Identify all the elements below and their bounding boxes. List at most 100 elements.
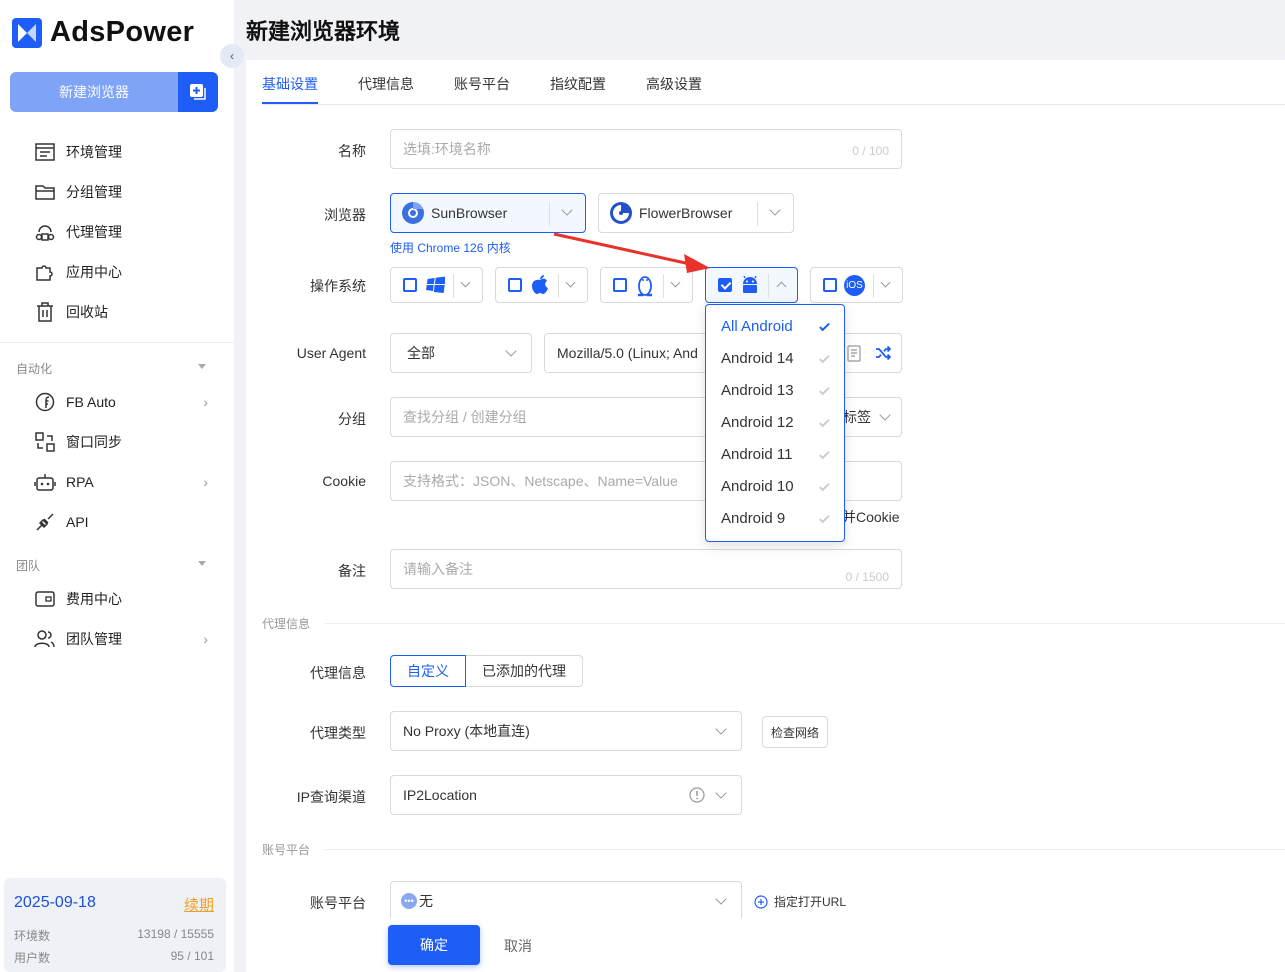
android-option[interactable]: Android 9	[721, 510, 831, 527]
app-logo: AdsPower	[12, 16, 194, 49]
check-icon	[819, 480, 830, 492]
section-team[interactable]: 团队	[16, 557, 212, 574]
chevron-down-icon[interactable]	[879, 409, 891, 421]
os-linux-checkbox[interactable]	[613, 278, 627, 292]
sidebar-item-label: 代理管理	[66, 224, 122, 240]
shuffle-icon[interactable]	[875, 345, 892, 364]
check-icon	[819, 352, 830, 364]
check-icon	[819, 448, 830, 460]
android-option[interactable]: Android 10	[721, 478, 831, 495]
sunbrowser-icon	[401, 201, 425, 225]
tab-fingerprint[interactable]: 指纹配置	[550, 74, 606, 94]
os-ios[interactable]: iOS	[810, 267, 903, 303]
remark-label: 备注	[338, 563, 366, 579]
browser-name: SunBrowser	[431, 205, 508, 221]
check-network-button[interactable]: 检查网络	[762, 716, 828, 748]
name-input[interactable]: 选填:环境名称 0 / 100	[390, 129, 902, 169]
chevron-down-icon[interactable]	[715, 723, 727, 735]
os-windows[interactable]	[390, 267, 483, 303]
tab-proxy[interactable]: 代理信息	[358, 74, 414, 94]
account-platform-select[interactable]: ••• 无	[390, 881, 742, 921]
browser-flowerbrowser[interactable]: FlowerBrowser	[598, 193, 794, 233]
account-section-divider: 账号平台	[262, 841, 1285, 858]
android-option[interactable]: Android 12	[721, 414, 831, 431]
os-android-checkbox[interactable]	[718, 278, 732, 292]
new-browser-plus-icon[interactable]	[178, 72, 218, 112]
remark-input[interactable]: 请输入备注 0 / 1500	[390, 549, 902, 589]
collapse-triangle-icon	[198, 561, 206, 566]
window-sync-icon	[34, 431, 56, 453]
confirm-button[interactable]: 确定	[388, 925, 480, 965]
android-option[interactable]: Android 13	[721, 382, 831, 399]
proxy-custom-segment[interactable]: 自定义	[390, 655, 466, 687]
sidebar-item-apps[interactable]: 应用中心	[34, 260, 214, 284]
cancel-button[interactable]: 取消	[504, 936, 532, 956]
chevron-down-icon[interactable]	[769, 204, 781, 216]
browser-kernel-hint: 使用 Chrome 126 内核	[390, 241, 511, 255]
folder-icon	[34, 181, 56, 203]
open-url-link[interactable]: 指定打开URL	[754, 893, 846, 910]
sidebar-item-billing[interactable]: 费用中心	[34, 587, 214, 611]
sidebar-item-team[interactable]: 团队管理 ›	[34, 627, 214, 651]
chevron-up-icon[interactable]	[776, 281, 787, 292]
proxy-added-segment[interactable]: 已添加的代理	[466, 655, 583, 687]
tab-bar: 基础设置 代理信息 账号平台 指纹配置 高级设置	[262, 60, 1285, 105]
chevron-down-icon[interactable]	[561, 204, 573, 216]
collapse-triangle-icon	[198, 364, 206, 369]
chevron-down-icon[interactable]	[460, 277, 471, 288]
tab-advanced[interactable]: 高级设置	[646, 74, 702, 94]
ua-scope-select[interactable]: 全部	[390, 333, 532, 373]
sidebar-item-label: 环境管理	[66, 144, 122, 160]
proxy-info-label: 代理信息	[310, 665, 366, 681]
chevron-down-icon[interactable]	[715, 893, 727, 905]
chevron-down-icon[interactable]	[715, 787, 727, 799]
tab-account[interactable]: 账号平台	[454, 74, 510, 94]
robot-icon	[34, 471, 56, 493]
tag-label[interactable]: 标签	[843, 407, 871, 427]
collapse-sidebar-button[interactable]: ‹	[220, 44, 244, 68]
new-browser-button[interactable]: 新建浏览器	[10, 72, 218, 112]
android-option[interactable]: Android 11	[721, 446, 831, 463]
annotation-arrow-icon	[553, 232, 710, 273]
chevron-down-icon[interactable]	[880, 277, 891, 288]
check-icon	[819, 320, 830, 332]
sidebar-item-trash[interactable]: 回收站	[34, 300, 214, 324]
page-title: 新建浏览器环境	[246, 19, 401, 44]
cookie-label: Cookie	[322, 473, 366, 489]
chevron-down-icon[interactable]	[505, 345, 517, 357]
os-windows-checkbox[interactable]	[403, 278, 417, 292]
sidebar-item-group[interactable]: 分组管理	[34, 180, 214, 204]
sidebar-item-fb-auto[interactable]: FB Auto ›	[34, 390, 214, 414]
android-option[interactable]: Android 14	[721, 350, 831, 367]
sidebar-item-env[interactable]: 环境管理	[34, 140, 214, 164]
os-mac-checkbox[interactable]	[508, 278, 522, 292]
sidebar-item-label: 团队管理	[66, 631, 122, 647]
proxy-type-select[interactable]: No Proxy (本地直连)	[390, 711, 742, 751]
info-circle-icon[interactable]	[689, 787, 705, 806]
sidebar-item-api[interactable]: API	[34, 510, 214, 534]
browser-sunbrowser[interactable]: SunBrowser	[390, 193, 586, 233]
sidebar-item-rpa[interactable]: RPA ›	[34, 470, 214, 494]
sidebar-item-label: FB Auto	[66, 394, 116, 410]
env-count-row: 环境数 13198 / 15555	[14, 927, 214, 943]
apple-icon	[530, 274, 550, 299]
ip-channel-select[interactable]: IP2Location	[390, 775, 742, 815]
plug-icon	[34, 511, 56, 533]
new-browser-label[interactable]: 新建浏览器	[10, 72, 178, 112]
copy-doc-icon[interactable]	[847, 345, 861, 365]
windows-icon	[425, 276, 446, 297]
os-ios-checkbox[interactable]	[823, 278, 837, 292]
sidebar-item-window-sync[interactable]: 窗口同步	[34, 430, 214, 454]
name-label: 名称	[338, 143, 366, 159]
team-icon	[34, 628, 56, 650]
tab-basic[interactable]: 基础设置	[262, 74, 318, 94]
renew-link[interactable]: 续期	[184, 894, 214, 915]
section-automation[interactable]: 自动化	[16, 360, 212, 377]
sidebar: AdsPower 新建浏览器 环境管理 分组管理 代理管理 应用中心 回收站 自…	[0, 0, 234, 972]
android-option[interactable]: All Android	[721, 318, 831, 335]
sidebar-item-proxy[interactable]: 代理管理	[34, 220, 214, 244]
more-dots-icon: •••	[401, 893, 417, 909]
name-char-count: 0 / 100	[852, 144, 889, 158]
merge-cookie-label[interactable]: 并Cookie	[842, 507, 900, 527]
account-info-card: 2025-09-18 续期 环境数 13198 / 15555 用户数 95 / 1…	[4, 878, 226, 972]
